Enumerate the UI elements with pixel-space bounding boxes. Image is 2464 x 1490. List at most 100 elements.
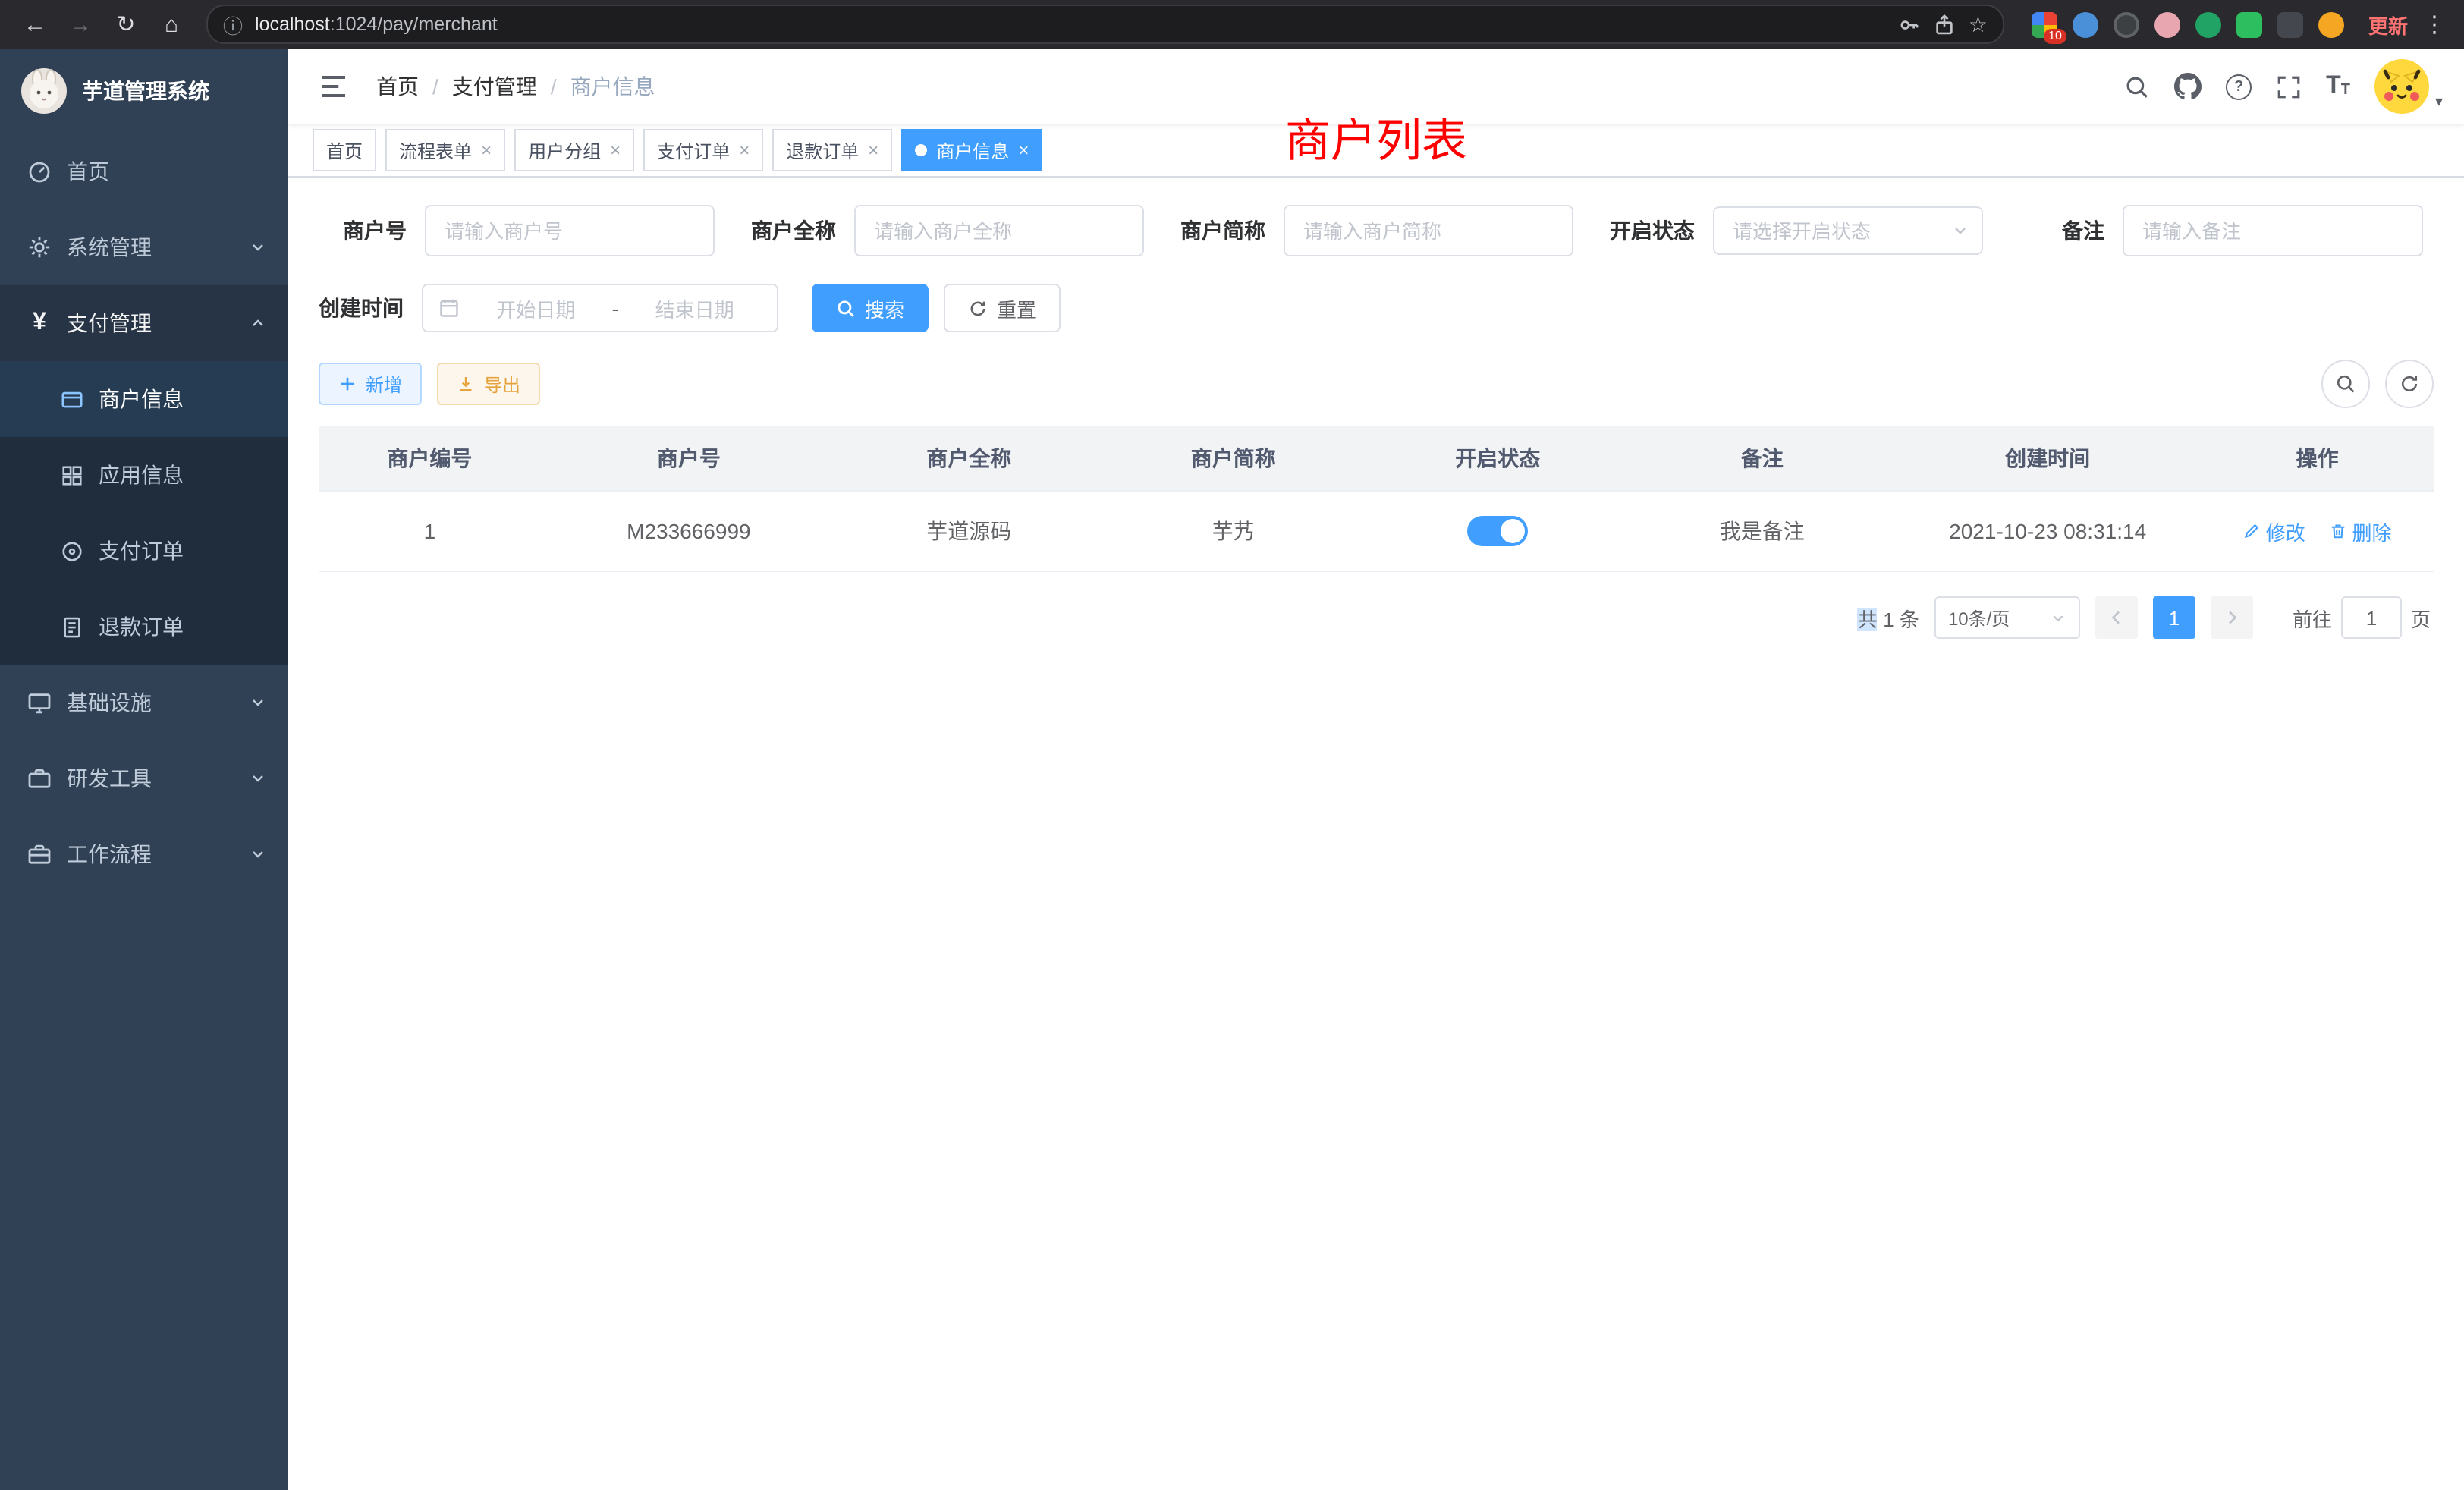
close-icon[interactable]: × [868, 140, 878, 161]
sidebar-item-label: 首页 [67, 156, 109, 187]
site-info-icon[interactable]: ⓘ [223, 10, 243, 39]
browser-update-button[interactable]: 更新 [2368, 10, 2408, 39]
reset-button[interactable]: 重置 [944, 284, 1061, 332]
search-button[interactable]: 搜索 [812, 284, 929, 332]
url-host: localhost [255, 14, 330, 35]
user-menu[interactable]: ▾ [2374, 59, 2443, 114]
extension-icon-6[interactable] [2236, 11, 2262, 37]
short-name-input[interactable] [1284, 205, 1573, 256]
next-page-button[interactable] [2211, 596, 2253, 639]
close-icon[interactable]: × [481, 140, 492, 161]
status-select[interactable] [1713, 206, 1983, 255]
screen: ← → ↻ ⌂ ⓘ localhost:1024/pay/merchant ☆ … [0, 0, 2464, 1490]
app-title: 芋道管理系统 [82, 76, 209, 106]
breadcrumb-home[interactable]: 首页 [376, 71, 419, 102]
cell-merchant-id: 1 [319, 491, 541, 571]
toggle-search-button[interactable] [2321, 360, 2370, 408]
goto-page-input[interactable] [2341, 596, 2402, 639]
tab-process-form[interactable]: 流程表单× [385, 129, 505, 171]
date-range-picker[interactable]: 开始日期 - 结束日期 [422, 284, 778, 332]
sidebar-item-workflow[interactable]: 工作流程 [0, 816, 288, 892]
github-icon[interactable] [2174, 73, 2202, 100]
plus-icon [338, 375, 357, 393]
bookmark-star-icon[interactable]: ☆ [1969, 11, 1988, 37]
cell-actions: 修改 删除 [2201, 491, 2434, 571]
address-bar[interactable]: ⓘ localhost:1024/pay/merchant ☆ [206, 5, 2004, 44]
edit-link[interactable]: 修改 [2243, 517, 2305, 545]
sidebar-item-label: 商户信息 [99, 384, 184, 414]
extension-icon-1[interactable]: 10 [2032, 11, 2057, 37]
remark-input[interactable] [2123, 205, 2423, 256]
breadcrumb-payment[interactable]: 支付管理 [452, 71, 537, 102]
prev-page-button[interactable] [2095, 596, 2138, 639]
add-button[interactable]: 新增 [319, 363, 422, 405]
page-size-select[interactable]: 10条/页 [1934, 596, 2080, 639]
sidebar-item-system[interactable]: 系统管理 [0, 209, 288, 285]
briefcase-icon [27, 766, 52, 791]
sidebar-item-label: 工作流程 [67, 839, 152, 869]
payment-submenu: 商户信息 应用信息 支付订单 [0, 361, 288, 665]
tab-pay-order[interactable]: 支付订单× [643, 129, 763, 171]
browser-menu-icon[interactable]: ⋮ [2420, 11, 2449, 38]
password-key-icon[interactable] [1899, 13, 1922, 36]
goto-label: 前往 [2293, 603, 2332, 632]
tab-home[interactable]: 首页 [313, 129, 376, 171]
remark-label: 备注 [2016, 215, 2123, 246]
cell-status [1366, 491, 1630, 571]
browser-reload-icon[interactable]: ↻ [106, 5, 146, 44]
export-button[interactable]: 导出 [437, 363, 540, 405]
full-name-input[interactable] [854, 205, 1144, 256]
browser-forward-icon[interactable]: → [61, 5, 100, 44]
sidebar-item-home[interactable]: 首页 [0, 134, 288, 209]
sidebar-item-label: 应用信息 [99, 460, 184, 490]
hamburger-icon[interactable] [310, 71, 358, 102]
extension-icon-8[interactable] [2318, 11, 2344, 37]
extension-icon-7[interactable] [2277, 11, 2303, 37]
page-number-button[interactable]: 1 [2153, 596, 2195, 639]
status-toggle[interactable] [1467, 516, 1528, 546]
chevron-down-icon [249, 769, 267, 787]
status-select-input[interactable] [1713, 206, 1983, 255]
chevron-down-icon [249, 693, 267, 712]
create-time-field: 创建时间 开始日期 - 结束日期 [319, 284, 778, 332]
active-tab-dot [915, 144, 927, 156]
breadcrumb-current: 商户信息 [570, 71, 655, 102]
date-start-placeholder: 开始日期 [469, 294, 603, 322]
extension-icon-3[interactable] [2114, 11, 2139, 37]
tab-refund-order[interactable]: 退款订单× [772, 129, 892, 171]
app-logo[interactable]: 芋道管理系统 [0, 49, 288, 134]
fullscreen-icon[interactable] [2276, 74, 2302, 99]
extension-icon-2[interactable] [2073, 11, 2098, 37]
close-icon[interactable]: × [739, 140, 750, 161]
sidebar-item-dev-tools[interactable]: 研发工具 [0, 740, 288, 816]
sidebar-item-label: 系统管理 [67, 232, 152, 262]
extension-icon-4[interactable] [2154, 11, 2180, 37]
search-form-row-2: 创建时间 开始日期 - 结束日期 [319, 284, 2434, 332]
user-avatar[interactable] [2374, 59, 2429, 114]
help-icon[interactable]: ? [2226, 74, 2252, 99]
refresh-table-button[interactable] [2385, 360, 2434, 408]
font-size-icon[interactable]: TT [2326, 74, 2350, 99]
remark-field: 备注 [2016, 205, 2423, 256]
compass-icon [61, 539, 83, 562]
merchant-no-input[interactable] [425, 205, 715, 256]
tab-merchant-info[interactable]: 商户信息× [901, 129, 1042, 171]
tab-user-group[interactable]: 用户分组× [514, 129, 634, 171]
sidebar-item-payment[interactable]: ¥ 支付管理 [0, 285, 288, 361]
dashboard-icon [27, 159, 52, 184]
sidebar-item-infrastructure[interactable]: 基础设施 [0, 665, 288, 740]
pagination: 共 1 条 10条/页 1 前往 [319, 572, 2434, 663]
browser-back-icon[interactable]: ← [15, 5, 55, 44]
date-end-placeholder: 结束日期 [627, 294, 762, 322]
browser-home-icon[interactable]: ⌂ [152, 5, 191, 44]
close-icon[interactable]: × [1018, 140, 1029, 161]
sidebar-item-merchant-info[interactable]: 商户信息 [0, 361, 288, 437]
sidebar-item-pay-order[interactable]: 支付订单 [0, 513, 288, 589]
sidebar-item-app-info[interactable]: 应用信息 [0, 437, 288, 513]
search-icon[interactable] [2124, 74, 2150, 99]
delete-link[interactable]: 删除 [2330, 517, 2392, 545]
close-icon[interactable]: × [610, 140, 621, 161]
share-icon[interactable] [1934, 13, 1956, 36]
extension-icon-5[interactable] [2195, 11, 2221, 37]
sidebar-item-refund-order[interactable]: 退款订单 [0, 589, 288, 665]
